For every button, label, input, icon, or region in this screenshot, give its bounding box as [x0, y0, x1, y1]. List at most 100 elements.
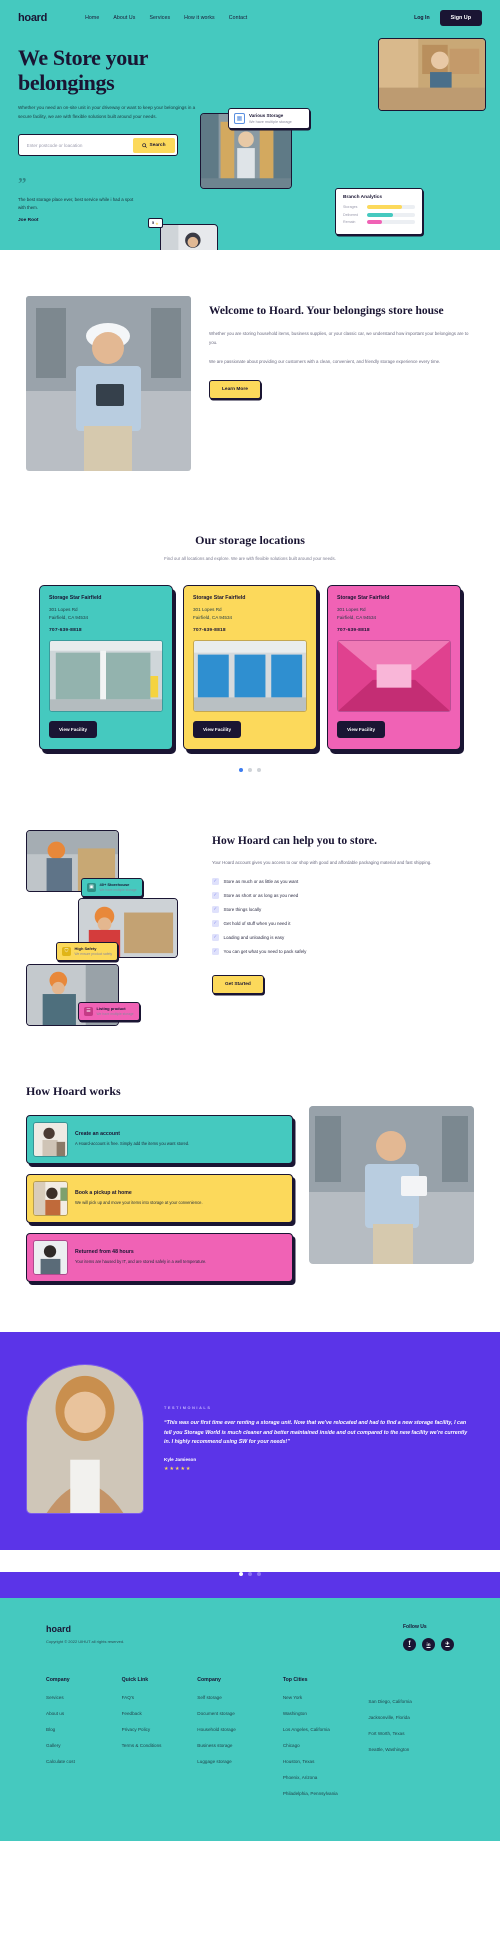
- location-card[interactable]: Storage Star Fairfield 301 Lopes Rd Fair…: [183, 585, 317, 750]
- footer-link[interactable]: Phoenix, Arizona: [283, 1775, 369, 1780]
- search-input[interactable]: [21, 138, 133, 152]
- nav-item-about-us[interactable]: About Us: [113, 15, 135, 21]
- nav-item-services[interactable]: Services: [149, 15, 170, 21]
- footer-link[interactable]: Household storage: [197, 1727, 283, 1732]
- shield-icon: ⛉: [62, 946, 71, 956]
- location-address-line1: 301 Lopes Rd: [337, 607, 366, 613]
- analytics-label: Remain: [343, 220, 356, 224]
- check-icon: ✓: [212, 948, 219, 955]
- location-card[interactable]: Storage Star Fairfield 301 Lopes Rd Fair…: [39, 585, 173, 750]
- footer-link[interactable]: Services: [46, 1695, 122, 1700]
- footer-link[interactable]: Seattle, Washington: [368, 1747, 454, 1752]
- nav-item-contact[interactable]: Contact: [229, 15, 248, 21]
- work-step[interactable]: Create an account A Hoard-account is fre…: [26, 1114, 293, 1164]
- footer-link[interactable]: Calculate cost: [46, 1759, 122, 1764]
- testimonial-photo: [26, 1363, 144, 1514]
- testimonial-carousel-wrap: [0, 1571, 500, 1598]
- analytics-row-delivered: Delivered: [343, 212, 415, 217]
- work-step[interactable]: Book a pickup at home We will pick up an…: [26, 1173, 293, 1223]
- footer-link[interactable]: Jacksonville, Florida: [368, 1715, 454, 1720]
- card-various-storage[interactable]: ▦ Various Storage We have multiple stora…: [228, 108, 310, 129]
- location-address-line1: 301 Lopes Rd: [193, 607, 222, 613]
- locations-carousel-dots[interactable]: [0, 767, 500, 772]
- hero-search-bar[interactable]: Search: [18, 134, 178, 157]
- footer-link-columns: Company Services About us Blog Gallery C…: [46, 1677, 454, 1807]
- tag-subtitle: We have multiple storage: [99, 888, 137, 893]
- benefit-label: Store as much or as little as you want: [223, 879, 299, 885]
- view-facility-button[interactable]: View Facility: [49, 720, 98, 738]
- footer-link[interactable]: Luggage storage: [197, 1759, 283, 1764]
- footer-link[interactable]: Los Angeles, California: [283, 1727, 369, 1732]
- login-link[interactable]: Log In: [414, 15, 430, 21]
- footer-link[interactable]: New York: [283, 1695, 369, 1700]
- footer-link[interactable]: Fort Worth, Texas: [368, 1731, 454, 1736]
- footer-link[interactable]: Chicago: [283, 1743, 369, 1748]
- footer-link[interactable]: Self storage: [197, 1695, 283, 1700]
- footer-logo[interactable]: hoard: [46, 1624, 124, 1634]
- location-phone[interactable]: 707-639-8818: [49, 628, 163, 633]
- footer-link[interactable]: Privacy Policy: [122, 1727, 198, 1732]
- footer-link[interactable]: Gallery: [46, 1743, 122, 1748]
- get-started-button[interactable]: Get Started: [212, 975, 264, 995]
- locations-title: Our storage locations: [195, 533, 305, 547]
- photo-placeholder: [161, 225, 217, 250]
- photo-placeholder: [194, 640, 306, 711]
- hero-title: We Store your belongings: [18, 45, 148, 95]
- welcome-image: [26, 296, 191, 471]
- help-paragraph: Your Hoard account gives you access to o…: [212, 859, 432, 865]
- step-image: [33, 1180, 68, 1216]
- footer-link[interactable]: About us: [46, 1711, 122, 1716]
- carousel-dot-2[interactable]: [248, 767, 252, 772]
- step-title: Create an account: [75, 1131, 120, 1138]
- analytics-row-remain: Remain: [343, 220, 415, 224]
- works-steps-column: How Hoard works Create an account A Hoar…: [26, 1084, 293, 1292]
- linkedin-icon[interactable]: in: [422, 1637, 435, 1651]
- signup-button[interactable]: Sign Up: [439, 10, 482, 26]
- card-branch-analytics[interactable]: Branch Analytics Storages Delivered Rema…: [335, 188, 423, 235]
- various-storage-title: Various Storage: [249, 113, 284, 119]
- help-section: ▣ 40+ Storehouse We have multiple storag…: [0, 802, 500, 1060]
- location-phone[interactable]: 707-639-8818: [193, 628, 307, 633]
- location-phone[interactable]: 707-639-8818: [337, 628, 451, 633]
- list-item: ✓ You can get what you need to pack safe…: [212, 948, 474, 955]
- carousel-dot-3[interactable]: [257, 767, 261, 772]
- hero-quote-text: The best storage place ever, best servic…: [18, 197, 134, 211]
- hero-section: hoard Home About Us Services How it work…: [0, 0, 500, 250]
- footer-link[interactable]: Blog: [46, 1727, 122, 1732]
- tag-high-safety[interactable]: ⛉ High Safety We ensure product safety: [56, 941, 119, 961]
- search-button[interactable]: Search: [133, 137, 175, 153]
- footer-link[interactable]: Feedback: [122, 1711, 198, 1716]
- facebook-icon[interactable]: f: [403, 1637, 416, 1651]
- footer-link[interactable]: Houston, Texas: [283, 1759, 369, 1764]
- location-name: Storage Star Fairfield: [337, 595, 390, 602]
- footer-link[interactable]: FAQ's: [122, 1695, 198, 1700]
- testimonial-author: Kyle Jamieson: [164, 1457, 197, 1463]
- learn-more-button[interactable]: Learn More: [209, 379, 261, 399]
- carousel-dot-1[interactable]: [239, 1571, 243, 1576]
- footer-link[interactable]: San Diego, California: [368, 1699, 454, 1704]
- footer-link[interactable]: Terms & Conditions: [122, 1743, 198, 1748]
- footer-link[interactable]: Business storage: [197, 1743, 283, 1748]
- testimonial-carousel-dots[interactable]: [0, 1571, 500, 1576]
- location-card[interactable]: Storage Star Fairfield 301 Lopes Rd Fair…: [327, 585, 461, 750]
- view-facility-button[interactable]: View Facility: [337, 720, 386, 738]
- welcome-title: Welcome to Hoard. Your belongings store …: [209, 305, 444, 317]
- footer-link[interactable]: Document storage: [197, 1711, 283, 1716]
- nav-item-how-it-works[interactable]: How it works: [184, 15, 215, 21]
- tag-listing-product[interactable]: ☰ Listing product We have multiple stora…: [78, 1001, 140, 1021]
- brand-logo[interactable]: hoard: [18, 12, 47, 24]
- view-facility-button[interactable]: View Facility: [193, 720, 242, 738]
- footer-link[interactable]: Washington: [283, 1711, 369, 1716]
- rating-value: 5: [152, 221, 155, 225]
- carousel-dot-1[interactable]: [239, 767, 243, 772]
- nav-actions: Log In Sign Up: [414, 10, 482, 26]
- carousel-dot-3[interactable]: [257, 1571, 261, 1576]
- twitter-icon[interactable]: ✈: [441, 1637, 454, 1651]
- location-image: [337, 639, 451, 712]
- carousel-dot-2[interactable]: [248, 1571, 252, 1576]
- footer-link[interactable]: Philadelphia, Pennsylvania: [283, 1791, 369, 1796]
- tag-title: 40+ Storehouse: [99, 882, 130, 888]
- work-step[interactable]: Returned from 48 hours Your items are ha…: [26, 1232, 293, 1282]
- tag-storehouse[interactable]: ▣ 40+ Storehouse We have multiple storag…: [81, 877, 143, 897]
- nav-item-home[interactable]: Home: [85, 15, 99, 21]
